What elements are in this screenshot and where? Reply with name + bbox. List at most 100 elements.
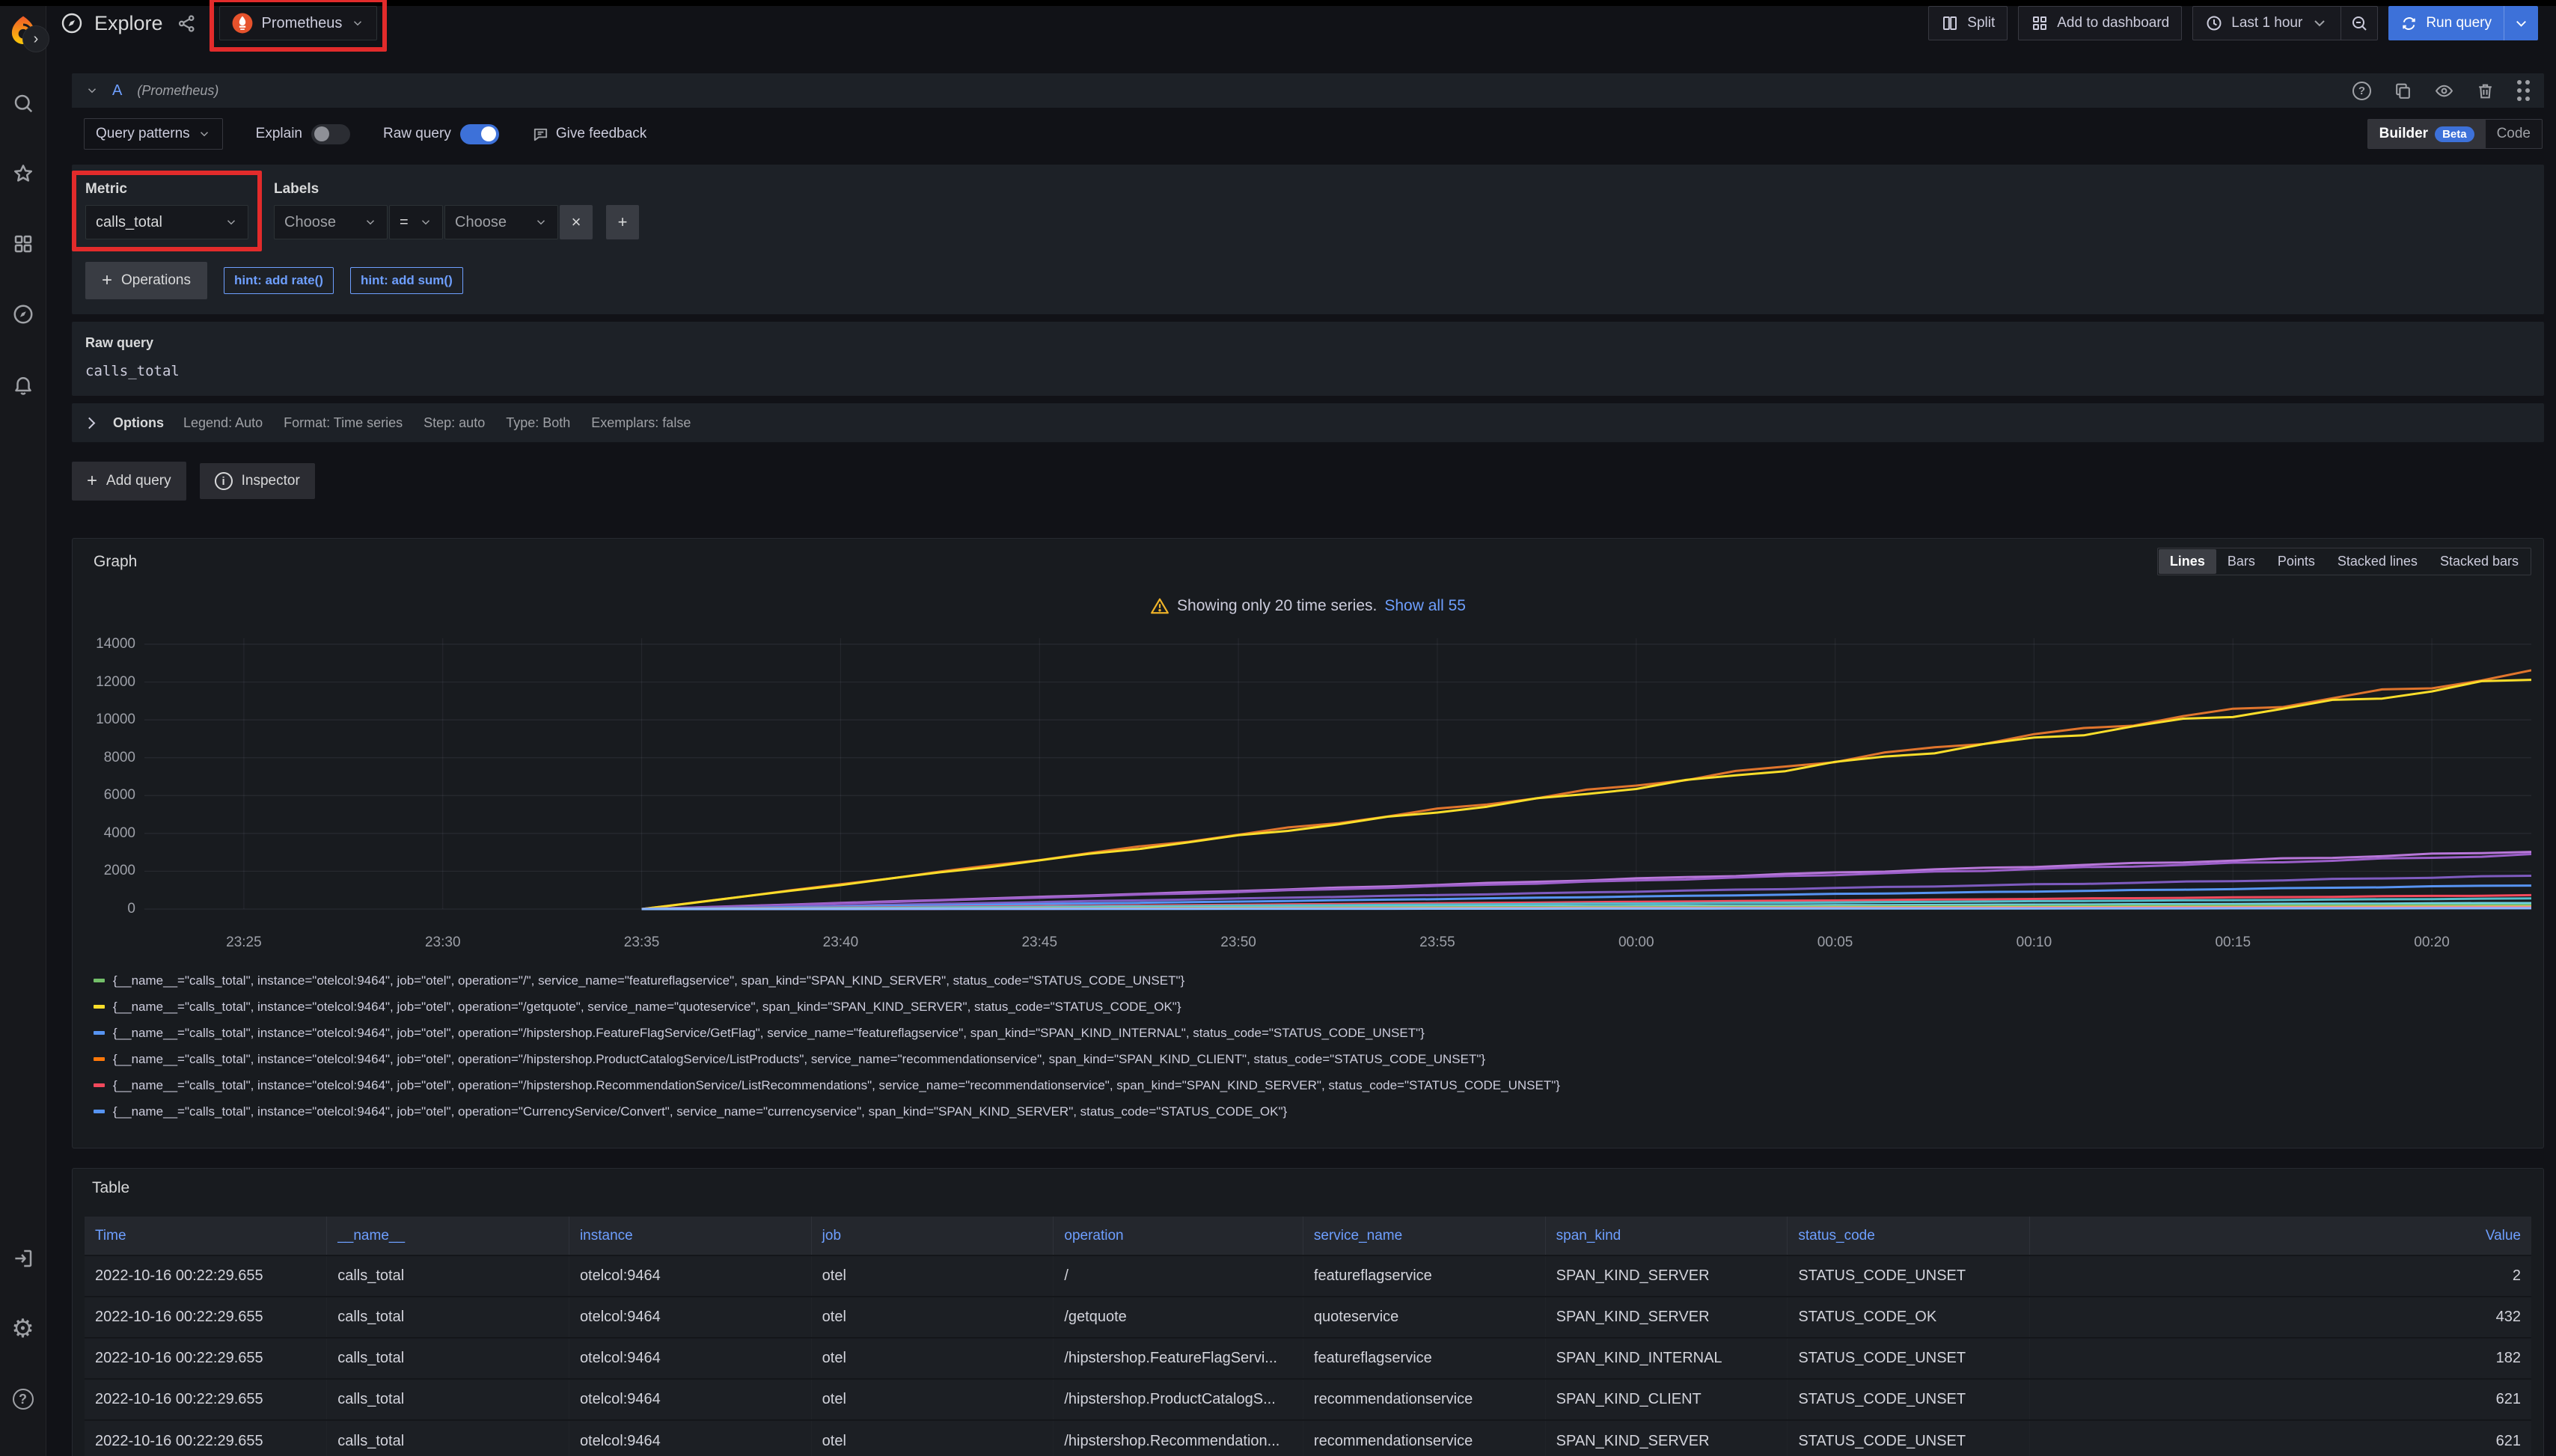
gear-icon[interactable]: ⚙ — [0, 1302, 46, 1356]
table-cell: featureflagservice — [1303, 1255, 1545, 1297]
table-cell: 621 — [2030, 1379, 2531, 1420]
table-panel-title: Table — [85, 1179, 2531, 1197]
column-header-__name__[interactable]: __name__ — [327, 1217, 569, 1255]
graph-mode-bars[interactable]: Bars — [2216, 549, 2266, 574]
legend-series-label: {__name__="calls_total", instance="otelc… — [113, 1026, 1425, 1041]
explain-toggle[interactable] — [311, 124, 350, 144]
query-editor: A (Prometheus) ? Query patterns — [72, 73, 2544, 442]
query-toolbar: Query patterns Explain Raw query Give fe… — [72, 108, 2544, 159]
graph-mode-stacked-lines[interactable]: Stacked lines — [2326, 549, 2429, 574]
query-help-icon[interactable]: ? — [2352, 82, 2371, 100]
labels-field-group: Labels Choose = — [274, 181, 639, 239]
table-cell: /hipstershop.FeatureFlagServi... — [1054, 1338, 1303, 1379]
graph-mode-stacked-bars[interactable]: Stacked bars — [2429, 549, 2530, 574]
label-operator-select[interactable]: = — [389, 205, 443, 239]
query-row-header[interactable]: A (Prometheus) ? — [72, 73, 2544, 108]
raw-query-block: Raw query calls_total — [72, 322, 2544, 396]
raw-query-toggle[interactable] — [460, 124, 499, 144]
legend-item[interactable]: {__name__="calls_total", instance="otelc… — [94, 967, 2531, 994]
sign-in-icon[interactable] — [0, 1232, 46, 1285]
legend-item[interactable]: {__name__="calls_total", instance="otelc… — [94, 1072, 2531, 1098]
legend-series-label: {__name__="calls_total", instance="otelc… — [113, 973, 1184, 988]
table-cell: STATUS_CODE_UNSET — [1788, 1420, 2030, 1456]
run-query-button[interactable]: Run query — [2388, 6, 2538, 40]
column-header-time[interactable]: Time — [85, 1217, 327, 1255]
column-header-operation[interactable]: operation — [1054, 1217, 1303, 1255]
split-button[interactable]: Split — [1928, 6, 2008, 40]
results-table: Time__name__instancejoboperationservice_… — [85, 1217, 2531, 1456]
options-collapsed-bar[interactable]: Options Legend: AutoFormat: Time seriesS… — [72, 403, 2544, 442]
duplicate-query-icon[interactable] — [2394, 82, 2412, 100]
time-zoom-out-button[interactable] — [2341, 6, 2378, 40]
legend-series-label: {__name__="calls_total", instance="otelc… — [113, 1000, 1181, 1015]
table-cell: otel — [811, 1379, 1054, 1420]
x-axis-tick-label: 23:45 — [1021, 935, 1057, 951]
legend-item[interactable]: {__name__="calls_total", instance="otelc… — [94, 1098, 2531, 1125]
add-query-button[interactable]: + Add query — [72, 462, 186, 501]
alerting-bell-icon[interactable] — [0, 358, 46, 412]
share-link-icon[interactable] — [177, 13, 197, 34]
column-header-service_name[interactable]: service_name — [1303, 1217, 1545, 1255]
drag-handle-icon[interactable] — [2517, 80, 2531, 102]
column-header-span_kind[interactable]: span_kind — [1545, 1217, 1788, 1255]
add-operations-button[interactable]: + Operations — [85, 262, 207, 299]
table-cell: otel — [811, 1420, 1054, 1456]
metric-select[interactable]: calls_total — [85, 205, 248, 239]
graph-mode-lines[interactable]: Lines — [2159, 549, 2216, 574]
add-to-dashboard-button[interactable]: Add to dashboard — [2018, 6, 2182, 40]
y-axis-tick-label: 8000 — [104, 750, 135, 766]
legend-color-mark — [94, 1083, 105, 1087]
y-axis-labels: 02000400060008000100001200014000 — [85, 631, 144, 930]
labels-label: Labels — [274, 181, 639, 198]
collapse-chevron-icon[interactable] — [85, 84, 99, 97]
warning-triangle-icon — [1150, 596, 1170, 616]
dashboards-icon[interactable] — [0, 217, 46, 271]
refresh-icon — [2400, 15, 2418, 32]
run-query-dropdown[interactable] — [2504, 6, 2538, 40]
table-cell: 621 — [2030, 1420, 2531, 1456]
remove-label-filter-button[interactable]: × — [560, 205, 593, 239]
legend-item[interactable]: {__name__="calls_total", instance="otelc… — [94, 1046, 2531, 1072]
code-mode-button[interactable]: Code — [2486, 120, 2542, 148]
remove-query-trash-icon[interactable] — [2476, 82, 2495, 100]
show-all-series-link[interactable]: Show all 55 — [1384, 597, 1466, 615]
help-icon[interactable]: ? — [0, 1372, 46, 1426]
query-patterns-dropdown[interactable]: Query patterns — [84, 118, 223, 150]
column-header-job[interactable]: job — [811, 1217, 1054, 1255]
table-cell: SPAN_KIND_SERVER — [1545, 1255, 1788, 1297]
hide-response-eye-icon[interactable] — [2435, 82, 2453, 100]
legend-item[interactable]: {__name__="calls_total", instance="otelc… — [94, 994, 2531, 1020]
x-axis-tick-label: 23:50 — [1220, 935, 1256, 951]
time-range-picker[interactable]: Last 1 hour — [2192, 6, 2341, 40]
options-summary: Legend: AutoFormat: Time seriesStep: aut… — [183, 415, 691, 431]
column-header-value[interactable]: Value — [2030, 1217, 2531, 1255]
hint-add-rate-button[interactable]: hint: add rate() — [224, 267, 334, 294]
search-icon[interactable] — [0, 76, 46, 130]
x-axis-tick-label: 00:10 — [2017, 935, 2052, 951]
label-name-select[interactable]: Choose — [274, 205, 388, 239]
table-cell: quoteservice — [1303, 1297, 1545, 1338]
star-icon[interactable] — [0, 147, 46, 201]
apps-icon — [2031, 14, 2049, 32]
table-cell: otel — [811, 1255, 1054, 1297]
time-series-chart: 02000400060008000100001200014000 23:2523… — [85, 631, 2531, 957]
legend-item[interactable]: {__name__="calls_total", instance="otelc… — [94, 1020, 2531, 1046]
label-value-select[interactable]: Choose — [444, 205, 558, 239]
explore-compass-icon[interactable] — [0, 287, 46, 341]
give-feedback-button[interactable]: Give feedback — [532, 126, 646, 143]
column-header-instance[interactable]: instance — [569, 1217, 811, 1255]
inspector-button[interactable]: i Inspector — [200, 463, 315, 499]
add-label-filter-button[interactable]: + — [606, 205, 639, 239]
column-header-status_code[interactable]: status_code — [1788, 1217, 2030, 1255]
hint-add-sum-button[interactable]: hint: add sum() — [350, 267, 463, 294]
sidebar-expand-button[interactable]: › — [22, 25, 49, 52]
builder-mode-button[interactable]: Builder Beta — [2368, 120, 2486, 148]
page-title: Explore — [94, 12, 163, 35]
table-cell: otelcol:9464 — [569, 1420, 811, 1456]
zoom-out-icon — [2350, 14, 2368, 32]
datasource-picker[interactable]: Prometheus — [219, 6, 378, 40]
graph-mode-points[interactable]: Points — [2266, 549, 2326, 574]
table-cell: 432 — [2030, 1297, 2531, 1338]
chart-plot-area[interactable] — [144, 631, 2531, 930]
raw-query-toggle-label: Raw query — [383, 126, 451, 142]
